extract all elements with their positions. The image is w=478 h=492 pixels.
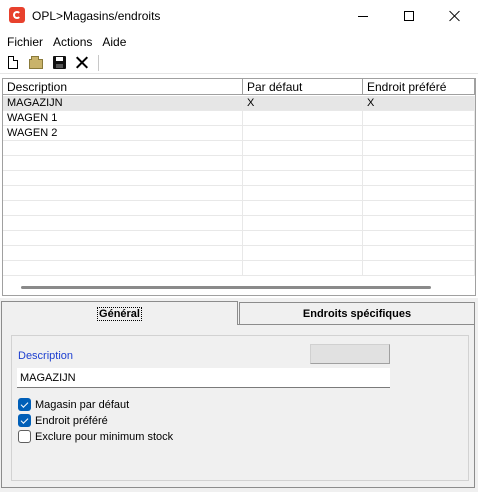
tab-panel-general: Description MAGAZIJN Magasin par défaut …	[1, 324, 475, 488]
cell-par-defaut	[243, 126, 363, 141]
cell-description: WAGEN 2	[3, 126, 243, 141]
window-title: OPL>Magasins/endroits	[32, 9, 161, 23]
tab-general[interactable]: Général	[1, 301, 238, 325]
menu-aide[interactable]: Aide	[97, 33, 131, 51]
description-label: Description	[18, 350, 74, 362]
empty-row	[3, 216, 475, 231]
stores-grid[interactable]: Description Par défaut Endroit préféré M…	[2, 78, 476, 296]
app-logo-icon[interactable]	[9, 7, 25, 23]
cell-endroit-prefere: X	[363, 96, 475, 111]
maximize-button[interactable]	[386, 0, 432, 32]
title-bar: OPL>Magasins/endroits	[0, 0, 478, 32]
menu-actions[interactable]: Actions	[48, 33, 97, 51]
empty-row	[3, 171, 475, 186]
tab-label: Général	[97, 306, 142, 321]
empty-row	[3, 201, 475, 216]
empty-row	[3, 141, 475, 156]
delete-icon	[76, 56, 89, 69]
new-button[interactable]	[4, 54, 22, 72]
checkbox-checked-icon[interactable]	[18, 398, 31, 411]
grid-body: MAGAZIJN X X WAGEN 1 WAGEN 2	[3, 96, 475, 276]
save-button[interactable]	[50, 54, 68, 72]
menu-bar: Fichier Actions Aide	[0, 32, 478, 52]
minimize-icon	[358, 15, 368, 17]
table-row[interactable]: MAGAZIJN X X	[3, 96, 475, 111]
horizontal-scrollbar[interactable]	[21, 286, 431, 289]
cell-par-defaut	[243, 111, 363, 126]
table-row[interactable]: WAGEN 2	[3, 126, 475, 141]
checkbox-magasin-par-defaut[interactable]: Magasin par défaut	[18, 398, 129, 411]
tab-endroits-specifiques[interactable]: Endroits spécifiques	[239, 302, 475, 324]
checkbox-label: Endroit préféré	[35, 414, 108, 427]
minimize-button[interactable]	[340, 0, 386, 32]
menu-fichier[interactable]: Fichier	[2, 33, 48, 51]
detail-panel: Endroits spécifiques Général Description…	[0, 298, 478, 492]
grid-header: Description Par défaut Endroit préféré	[3, 79, 475, 95]
empty-row	[3, 156, 475, 171]
cell-endroit-prefere	[363, 111, 475, 126]
cell-description: WAGEN 1	[3, 111, 243, 126]
empty-row	[3, 231, 475, 246]
description-button[interactable]	[310, 344, 390, 364]
close-button[interactable]	[432, 0, 478, 32]
checkbox-exclure-minimum-stock[interactable]: Exclure pour minimum stock	[18, 430, 173, 443]
empty-row	[3, 261, 475, 276]
close-icon	[449, 10, 461, 22]
general-group: Description MAGAZIJN Magasin par défaut …	[11, 335, 469, 481]
checkbox-checked-icon[interactable]	[18, 414, 31, 427]
column-header-description[interactable]: Description	[3, 79, 243, 95]
cell-endroit-prefere	[363, 126, 475, 141]
checkbox-unchecked-icon[interactable]	[18, 430, 31, 443]
cell-par-defaut: X	[243, 96, 363, 111]
empty-row	[3, 186, 475, 201]
column-header-endroit-prefere[interactable]: Endroit préféré	[363, 79, 475, 95]
new-icon	[8, 56, 18, 69]
open-button[interactable]	[27, 54, 45, 72]
maximize-icon	[404, 11, 414, 21]
description-field[interactable]: MAGAZIJN	[17, 368, 390, 388]
empty-row	[3, 246, 475, 261]
save-icon	[52, 56, 66, 69]
table-row[interactable]: WAGEN 1	[3, 111, 475, 126]
cell-description: MAGAZIJN	[3, 96, 243, 111]
toolbar	[0, 52, 478, 74]
column-header-par-defaut[interactable]: Par défaut	[243, 79, 363, 95]
checkbox-endroit-prefere[interactable]: Endroit préféré	[18, 414, 108, 427]
open-icon	[29, 55, 43, 69]
checkbox-label: Magasin par défaut	[35, 398, 130, 411]
toolbar-separator	[98, 54, 99, 71]
tab-label: Endroits spécifiques	[302, 307, 412, 320]
checkbox-label: Exclure pour minimum stock	[35, 430, 174, 443]
delete-button[interactable]	[73, 54, 91, 72]
